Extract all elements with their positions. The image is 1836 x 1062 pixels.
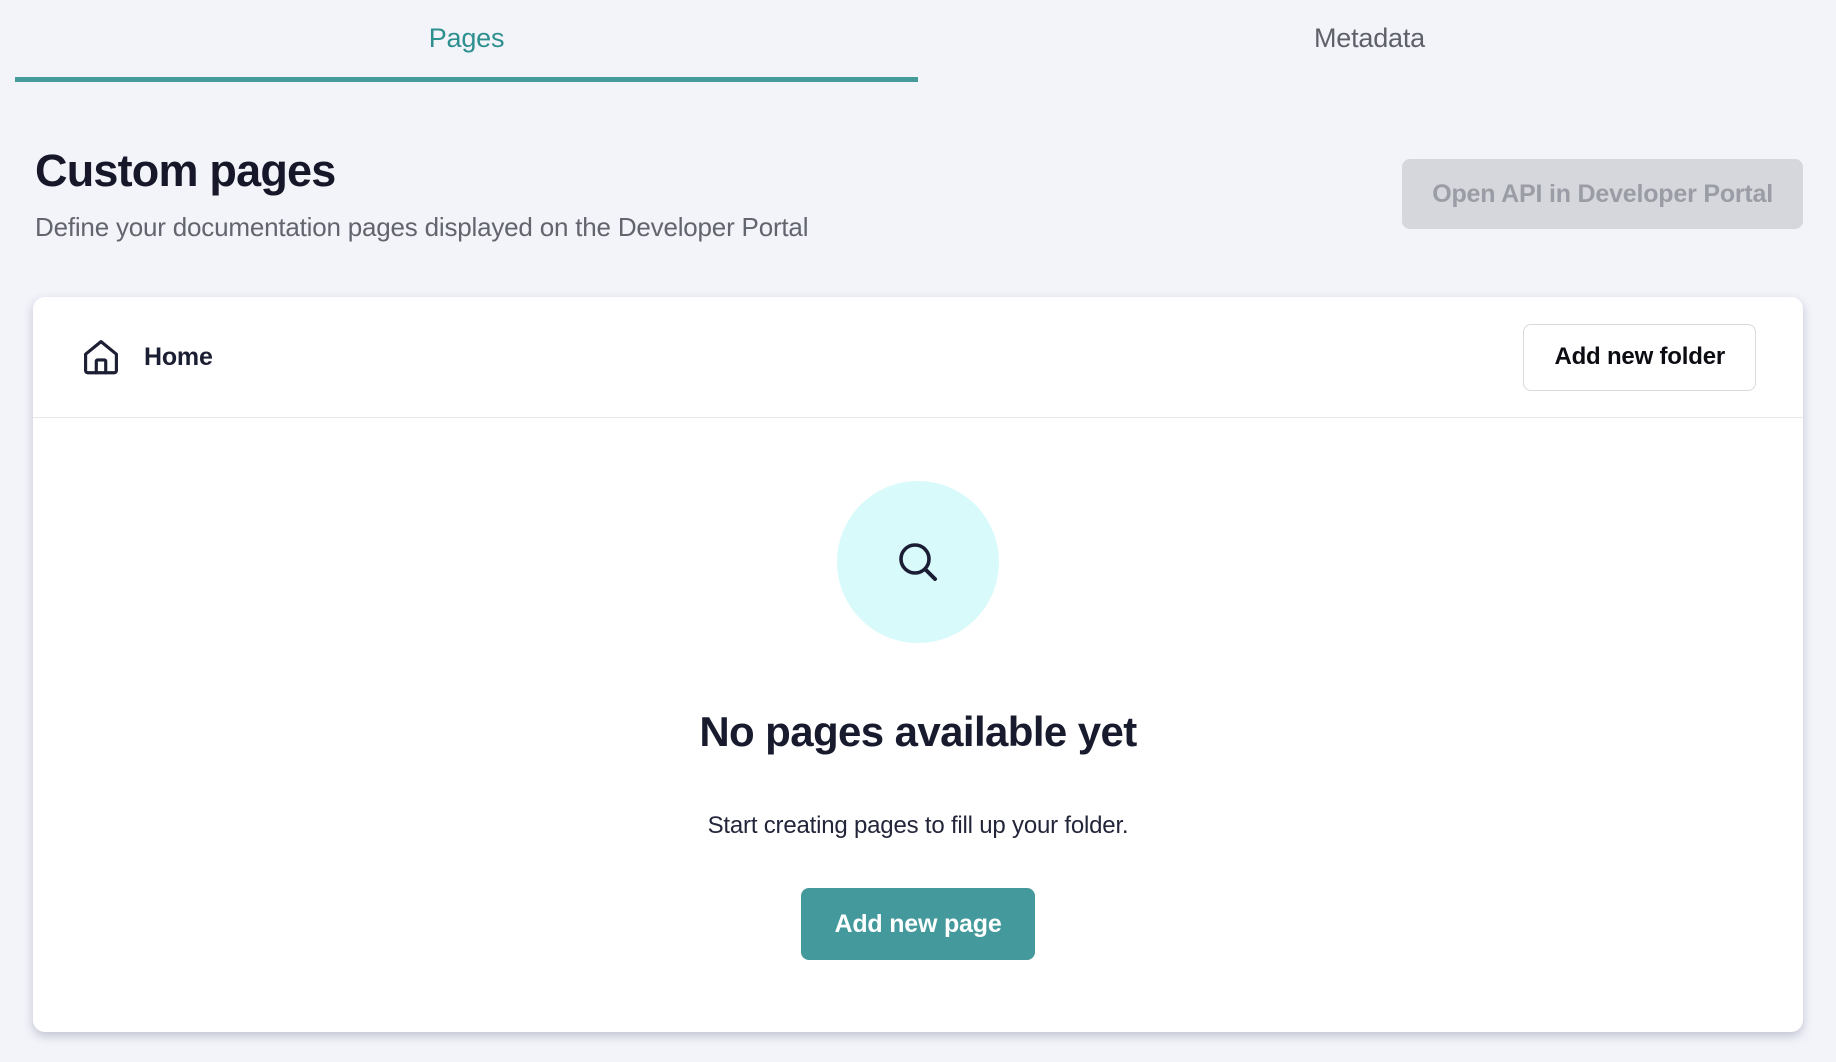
add-new-folder-button[interactable]: Add new folder	[1523, 324, 1756, 391]
custom-pages-screen: Pages Metadata Custom pages Define your …	[0, 0, 1836, 1032]
search-icon	[895, 539, 941, 585]
pages-card: Home Add new folder No pages available y…	[33, 297, 1803, 1032]
empty-state-title: No pages available yet	[699, 707, 1136, 757]
page-header: Custom pages Define your documentation p…	[0, 82, 1836, 244]
page-title: Custom pages	[35, 144, 808, 198]
empty-state-circle	[837, 481, 999, 643]
empty-state: No pages available yet Start creating pa…	[33, 418, 1803, 960]
empty-state-description: Start creating pages to fill up your fol…	[708, 811, 1129, 841]
tab-metadata[interactable]: Metadata	[918, 0, 1821, 82]
add-new-page-button[interactable]: Add new page	[801, 888, 1034, 960]
tab-pages[interactable]: Pages	[15, 0, 918, 82]
tab-metadata-label: Metadata	[1314, 23, 1425, 54]
tab-pages-label: Pages	[429, 23, 505, 54]
page-header-text: Custom pages Define your documentation p…	[35, 144, 808, 244]
home-icon	[80, 336, 122, 378]
breadcrumb-home: Home	[144, 343, 213, 372]
tab-bar: Pages Metadata	[0, 0, 1836, 82]
card-header-row: Home Add new folder	[33, 297, 1803, 418]
page-subtitle: Define your documentation pages displaye…	[35, 211, 808, 244]
open-api-in-developer-portal-button[interactable]: Open API in Developer Portal	[1402, 159, 1803, 229]
